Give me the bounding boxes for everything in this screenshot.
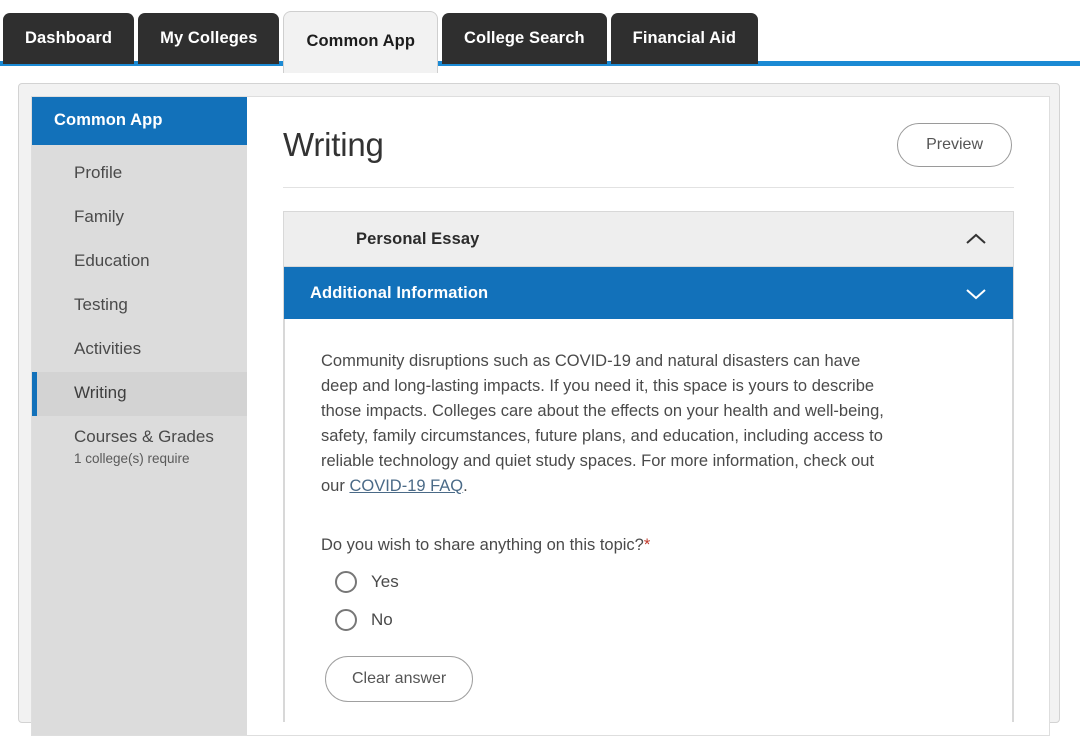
tab-my-colleges[interactable]: My Colleges: [138, 13, 280, 64]
share-topic-question: Do you wish to share anything on this to…: [321, 536, 976, 555]
tab-list: Dashboard My Colleges Common App College…: [3, 11, 759, 73]
radio-button-icon[interactable]: [335, 571, 357, 593]
covid-description-paragraph: Community disruptions such as COVID-19 a…: [321, 349, 901, 499]
active-indicator-bar: [32, 371, 37, 416]
radio-option-label: Yes: [371, 572, 399, 591]
tab-college-search[interactable]: College Search: [442, 13, 607, 64]
radio-option-no[interactable]: No: [321, 609, 393, 631]
sidebar: Common App Profile Family Education Test…: [32, 97, 265, 735]
sidebar-item-label: Testing: [74, 294, 128, 314]
sidebar-item-label: Family: [74, 206, 125, 226]
tab-common-app[interactable]: Common App: [283, 11, 439, 73]
sidebar-item-label: Activities: [74, 338, 142, 358]
sidebar-item-family[interactable]: Family: [32, 196, 247, 240]
writing-accordion: Personal Essay Additional Information Co…: [283, 211, 1014, 722]
paragraph-text-lead: Community disruptions such as COVID-19 a…: [321, 352, 884, 495]
clear-answer-button[interactable]: Clear answer: [325, 656, 474, 702]
sidebar-item-label: Profile: [74, 163, 123, 182]
preview-button[interactable]: Preview: [897, 123, 1012, 167]
top-tab-bar: Dashboard My Colleges Common App College…: [0, 0, 1080, 73]
covid-19-faq-link[interactable]: COVID-19 FAQ: [349, 477, 463, 495]
tab-financial-aid[interactable]: Financial Aid: [610, 13, 759, 64]
sidebar-nav-list: Profile Family Education Testing Activit…: [32, 145, 265, 478]
required-asterisk: *: [643, 536, 651, 554]
radio-option-label: No: [371, 610, 393, 629]
sidebar-item-activities[interactable]: Activities: [32, 328, 247, 372]
accordion-header-additional-information[interactable]: Additional Information: [284, 267, 1013, 319]
sidebar-item-education[interactable]: Education: [32, 240, 247, 284]
sidebar-item-sublabel: 1 college(s) require: [74, 450, 190, 466]
main-content: Writing Preview Personal Essay Additiona…: [247, 97, 1049, 735]
page-title: Writing: [283, 126, 384, 163]
sidebar-item-writing[interactable]: Writing: [32, 371, 265, 416]
sidebar-item-courses-and-grades[interactable]: Courses & Grades 1 college(s) require: [32, 416, 247, 478]
chevron-down-icon: [963, 285, 989, 301]
application-card: Common App Profile Family Education Test…: [31, 96, 1050, 736]
accordion-header-personal-essay[interactable]: Personal Essay: [284, 212, 1013, 267]
accordion-title: Personal Essay: [356, 229, 480, 248]
sidebar-item-profile[interactable]: Profile: [32, 152, 247, 196]
radio-button-icon[interactable]: [335, 609, 357, 631]
paragraph-text-tail: .: [463, 477, 468, 495]
sidebar-item-testing[interactable]: Testing: [32, 284, 247, 328]
sidebar-item-label: Writing: [74, 382, 127, 402]
tab-dashboard[interactable]: Dashboard: [3, 13, 135, 64]
content-header: Writing Preview: [283, 123, 1014, 188]
sidebar-header[interactable]: Common App: [32, 97, 247, 145]
chevron-up-icon: [963, 231, 989, 247]
sidebar-item-label: Courses & Grades: [74, 426, 214, 446]
sidebar-item-label: Education: [74, 250, 150, 270]
radio-option-yes[interactable]: Yes: [321, 571, 399, 593]
question-text: Do you wish to share anything on this to…: [321, 536, 644, 554]
accordion-title: Additional Information: [310, 283, 489, 302]
page-frame: Common App Profile Family Education Test…: [18, 83, 1060, 736]
accordion-body-additional-information: Community disruptions such as COVID-19 a…: [284, 319, 1013, 722]
